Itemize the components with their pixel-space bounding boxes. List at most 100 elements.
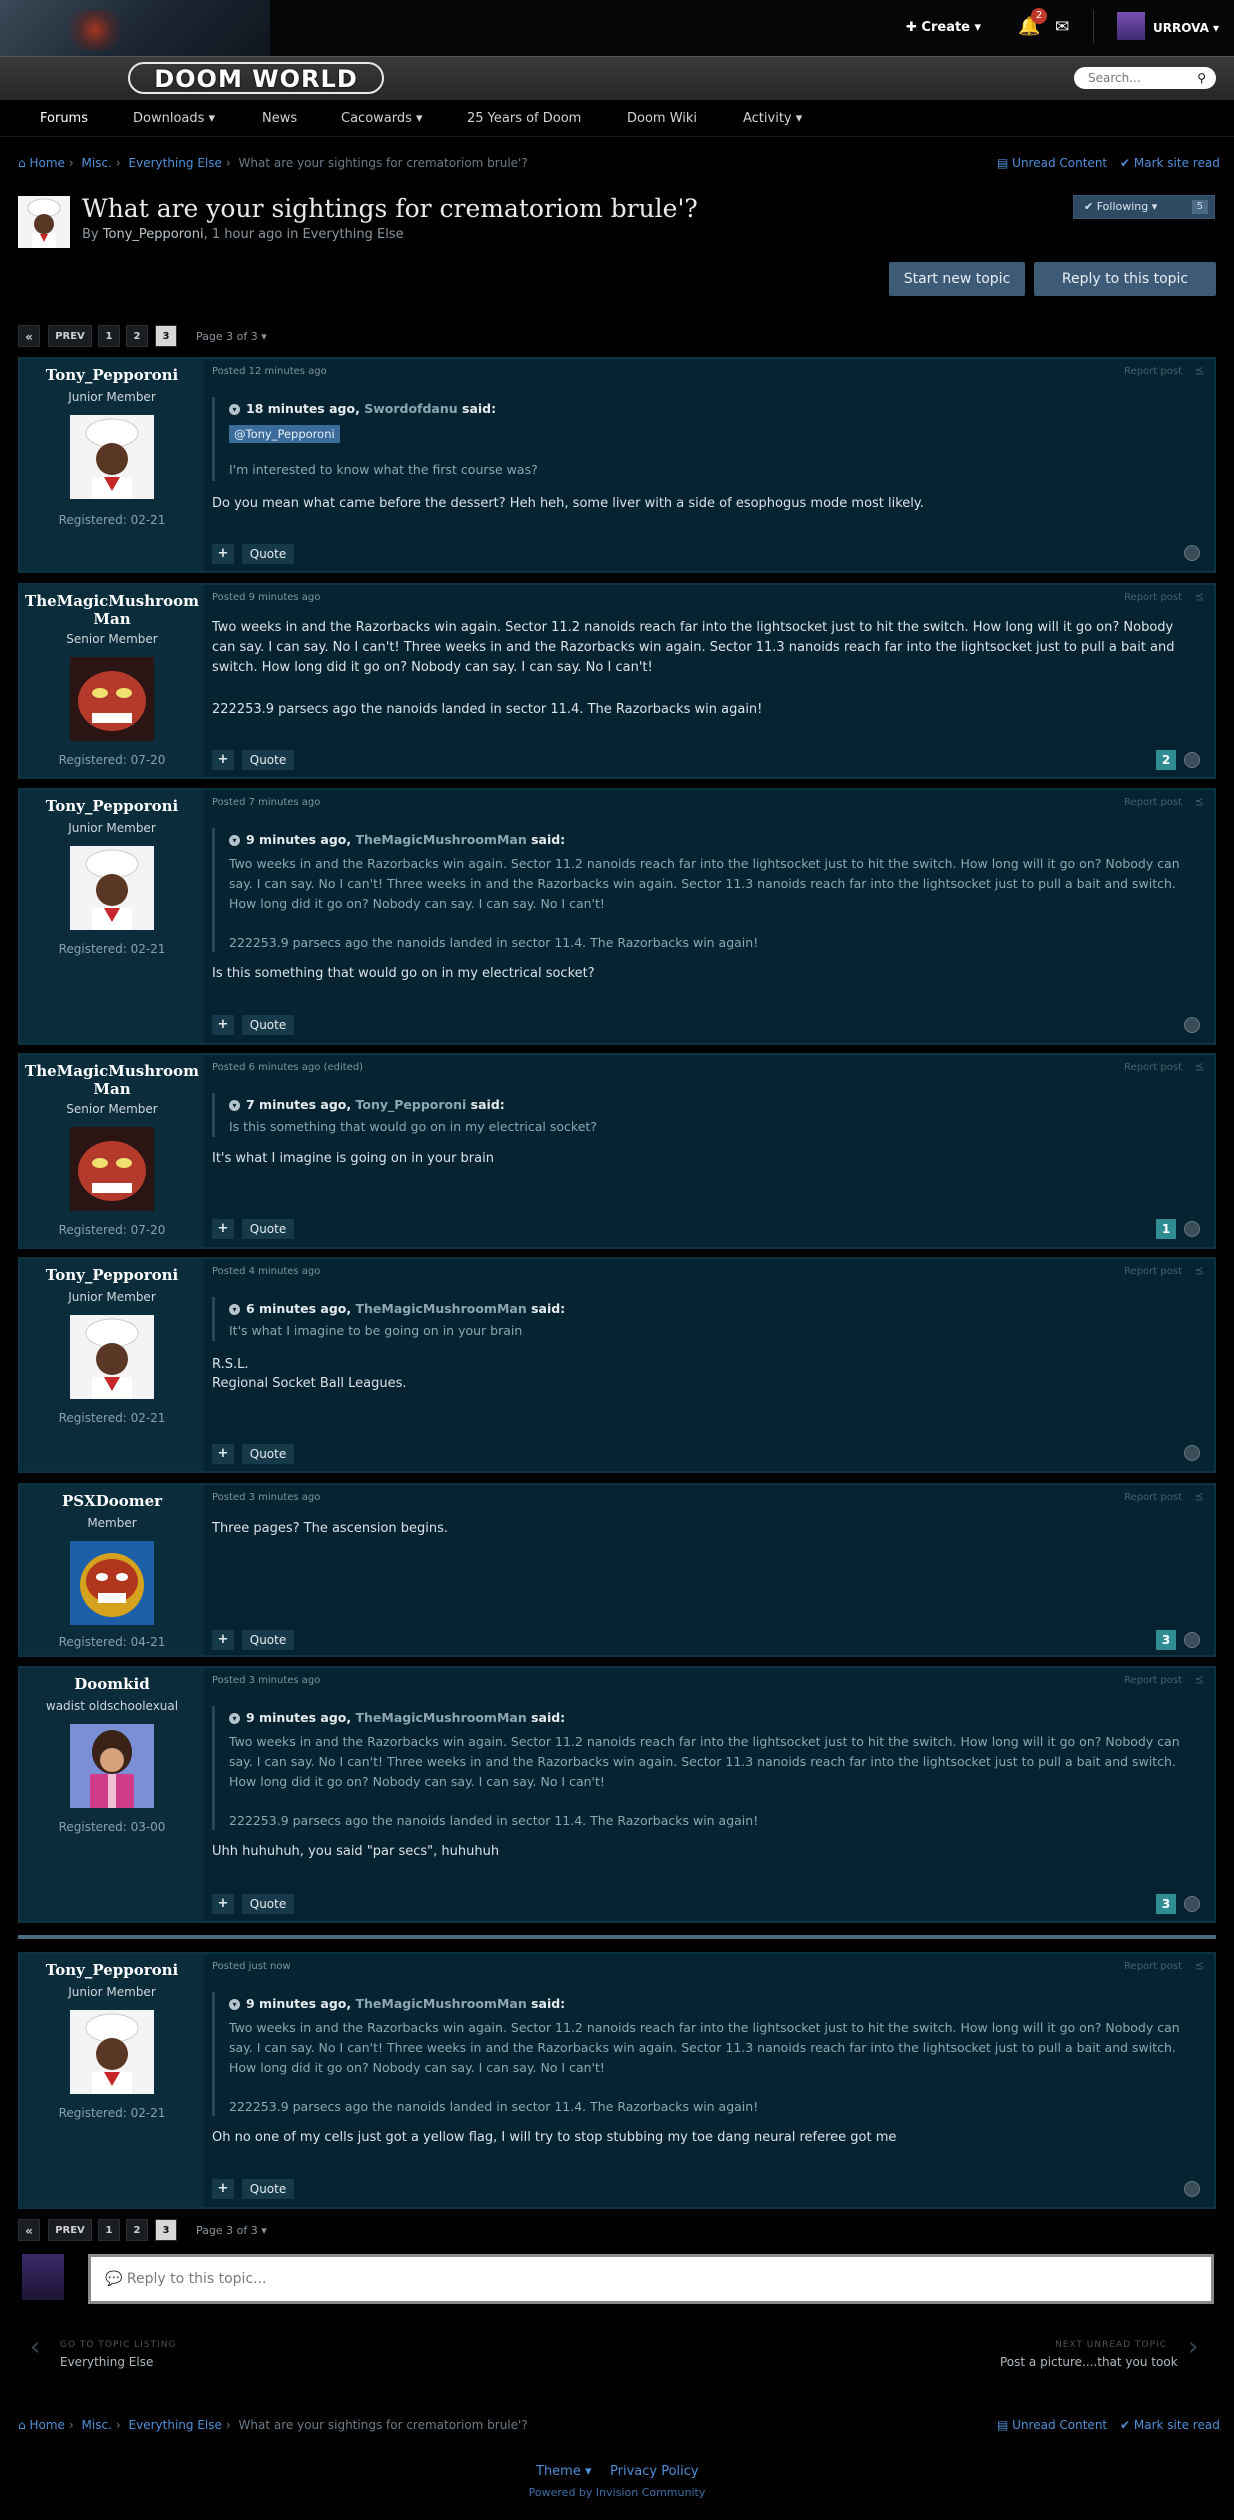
post-timestamp[interactable]: Posted 12 minutes ago [212, 366, 327, 377]
share-icon[interactable]: ⪯ [1195, 590, 1204, 603]
nav-downloads[interactable]: Downloads ▾ [133, 111, 215, 126]
quote-button[interactable]: Quote [242, 2179, 294, 2199]
mention-link[interactable]: @Tony_Pepporoni [229, 425, 340, 443]
create-menu-button[interactable]: ✚ Create ▾ [906, 20, 981, 35]
report-post-link[interactable]: Report post [1124, 1961, 1182, 1972]
share-icon[interactable]: ⪯ [1195, 1673, 1204, 1686]
author-avatar[interactable] [70, 1541, 154, 1625]
share-icon[interactable]: ⪯ [1195, 1490, 1204, 1503]
post-timestamp[interactable]: Posted 4 minutes ago [212, 1266, 320, 1277]
author-name[interactable]: Tony_Pepporoni [20, 1266, 204, 1284]
quote-author[interactable]: TheMagicMushroomMan [355, 832, 526, 847]
quote-collapse-icon[interactable]: ▾ [229, 1100, 240, 1111]
page-2-button[interactable]: 2 [126, 2219, 148, 2241]
multiquote-button[interactable]: + [212, 1015, 234, 1035]
multiquote-button[interactable]: + [212, 544, 234, 564]
share-icon[interactable]: ⪯ [1195, 1060, 1204, 1073]
reaction-icon[interactable] [1184, 2181, 1200, 2197]
page-jump[interactable]: Page 3 of 3 ▾ [196, 330, 267, 343]
author-avatar[interactable] [70, 1724, 154, 1808]
start-new-topic-button[interactable]: Start new topic [889, 262, 1025, 296]
quote-button[interactable]: Quote [242, 1630, 294, 1650]
share-icon[interactable]: ⪯ [1195, 364, 1204, 377]
reaction-icon[interactable] [1184, 1896, 1200, 1912]
reaction-icon[interactable] [1184, 1445, 1200, 1461]
quote-collapse-icon[interactable]: ▾ [229, 1999, 240, 2010]
post-timestamp[interactable]: Posted 3 minutes ago [212, 1492, 320, 1503]
post-timestamp[interactable]: Posted just now [212, 1961, 291, 1972]
nav-doom-wiki[interactable]: Doom Wiki [627, 111, 697, 126]
reaction-icon[interactable] [1184, 545, 1200, 561]
mail-icon[interactable]: ✉ [1055, 17, 1069, 37]
powered-by[interactable]: Powered by Invision Community [0, 2486, 1234, 2499]
page-3-button[interactable]: 3 [155, 325, 177, 347]
search-input[interactable]: Search... ⚲ [1074, 67, 1216, 89]
page-3-button[interactable]: 3 [155, 2219, 177, 2241]
quote-collapse-icon[interactable]: ▾ [229, 1304, 240, 1315]
post-timestamp[interactable]: Posted 7 minutes ago [212, 797, 320, 808]
multiquote-button[interactable]: + [212, 1630, 234, 1650]
author-name[interactable]: PSXDoomer [20, 1492, 204, 1510]
reply-to-topic-button[interactable]: Reply to this topic [1034, 262, 1216, 296]
multiquote-button[interactable]: + [212, 750, 234, 770]
multiquote-button[interactable]: + [212, 1444, 234, 1464]
topic-author-avatar[interactable] [18, 196, 70, 248]
quote-author[interactable]: TheMagicMushroomMan [355, 1301, 526, 1316]
prev-page-button[interactable]: PREV [48, 2219, 92, 2241]
reputation-count[interactable]: 3 [1156, 1630, 1176, 1650]
nav-news[interactable]: News [262, 111, 297, 126]
reaction-icon[interactable] [1184, 1221, 1200, 1237]
first-page-button[interactable]: « [18, 325, 40, 347]
reaction-icon[interactable] [1184, 1017, 1200, 1033]
report-post-link[interactable]: Report post [1124, 592, 1182, 603]
multiquote-button[interactable]: + [212, 1219, 234, 1239]
page-jump[interactable]: Page 3 of 3 ▾ [196, 2224, 267, 2237]
author-name[interactable]: TheMagicMushroom Man [20, 1062, 204, 1098]
next-unread-link[interactable]: Post a picture....that you took [1000, 2355, 1178, 2369]
quote-author[interactable]: Tony_Pepporoni [355, 1097, 466, 1112]
quote-author[interactable]: TheMagicMushroomMan [355, 1996, 526, 2011]
theme-menu[interactable]: Theme ▾ [536, 2464, 592, 2479]
unread-content-link[interactable]: ▤ Unread Content [997, 2418, 1107, 2432]
topic-listing-link[interactable]: Everything Else [60, 2355, 153, 2369]
report-post-link[interactable]: Report post [1124, 797, 1182, 808]
user-avatar[interactable] [1117, 12, 1145, 40]
search-icon[interactable]: ⚲ [1197, 67, 1206, 89]
report-post-link[interactable]: Report post [1124, 1675, 1182, 1686]
breadcrumb-home[interactable]: Home [29, 2418, 64, 2432]
author-avatar[interactable] [70, 415, 154, 499]
mark-site-read-link[interactable]: ✔ Mark site read [1120, 2418, 1220, 2432]
topic-author-link[interactable]: Tony_Pepporoni [103, 227, 204, 242]
quote-author[interactable]: TheMagicMushroomMan [355, 1710, 526, 1725]
reaction-icon[interactable] [1184, 1632, 1200, 1648]
user-menu[interactable]: URROVA ▾ [1153, 21, 1219, 35]
post-timestamp[interactable]: Posted 6 minutes ago (edited) [212, 1062, 363, 1073]
quote-button[interactable]: Quote [242, 750, 294, 770]
report-post-link[interactable]: Report post [1124, 1492, 1182, 1503]
breadcrumb-misc[interactable]: Misc. [82, 156, 112, 170]
breadcrumb-misc[interactable]: Misc. [82, 2418, 112, 2432]
follow-button[interactable]: ✔ Following ▾ 5 [1073, 195, 1215, 219]
page-2-button[interactable]: 2 [126, 325, 148, 347]
quote-button[interactable]: Quote [242, 1894, 294, 1914]
privacy-policy-link[interactable]: Privacy Policy [610, 2464, 699, 2479]
reaction-icon[interactable] [1184, 752, 1200, 768]
post-timestamp[interactable]: Posted 3 minutes ago [212, 1675, 320, 1686]
multiquote-button[interactable]: + [212, 2179, 234, 2199]
quote-author[interactable]: Swordofdanu [364, 401, 457, 416]
chevron-left-icon[interactable]: ‹ [30, 2332, 40, 2362]
site-logo[interactable]: DOOM WORLD [128, 62, 384, 94]
share-icon[interactable]: ⪯ [1195, 1959, 1204, 1972]
author-avatar[interactable] [70, 1315, 154, 1399]
quote-button[interactable]: Quote [242, 1219, 294, 1239]
author-name[interactable]: Tony_Pepporoni [20, 797, 204, 815]
quote-collapse-icon[interactable]: ▾ [229, 1713, 240, 1724]
nav-cacowards[interactable]: Cacowards ▾ [341, 111, 423, 126]
reputation-count[interactable]: 3 [1156, 1894, 1176, 1914]
unread-content-link[interactable]: ▤ Unread Content [997, 156, 1107, 170]
author-name[interactable]: Doomkid [20, 1675, 204, 1693]
post-timestamp[interactable]: Posted 9 minutes ago [212, 592, 320, 603]
prev-page-button[interactable]: PREV [48, 325, 92, 347]
share-icon[interactable]: ⪯ [1195, 1264, 1204, 1277]
quote-button[interactable]: Quote [242, 544, 294, 564]
